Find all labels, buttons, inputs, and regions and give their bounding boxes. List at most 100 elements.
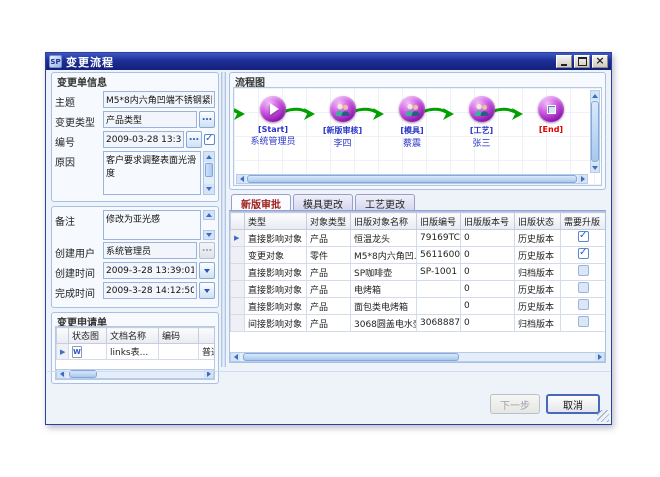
next-button[interactable]: 下一步 xyxy=(490,394,540,414)
flow-node-icon[interactable] xyxy=(330,96,356,122)
scroll-left-icon[interactable] xyxy=(231,353,240,361)
window-body: 变更单信息 主题 变更类型 编号 xyxy=(47,70,610,423)
people-icon xyxy=(404,103,421,116)
main-table-header[interactable]: 类型 对象类型 旧版对象名称 旧版编号 旧版版本号 旧版状态 需要升版 新版 xyxy=(231,213,607,230)
table-row[interactable]: 直接影响对象 产品 电烤箱 0 历史版本 xyxy=(231,281,607,298)
flow-node-icon[interactable] xyxy=(399,96,425,122)
maximize-button[interactable] xyxy=(574,55,590,68)
change-info-title: 变更单信息 xyxy=(52,73,218,90)
request-table-row[interactable]: links表... 普通 xyxy=(57,344,216,360)
change-type-input[interactable] xyxy=(103,111,197,128)
finish-time-dropdown-button[interactable] xyxy=(199,282,215,299)
main-table-hscrollbar[interactable] xyxy=(230,352,605,362)
change-info-group: 变更单信息 主题 变更类型 编号 xyxy=(51,72,219,202)
app-icon: SP xyxy=(49,55,62,68)
remark-textarea[interactable]: 修改为亚光感 xyxy=(103,210,201,240)
flow-node-icon[interactable] xyxy=(538,96,564,122)
col-header: 旧版编号 xyxy=(417,213,461,230)
tab[interactable]: 工艺更改 xyxy=(355,194,415,210)
scroll-up-icon[interactable] xyxy=(204,152,214,162)
create-user-label: 创建用户 xyxy=(55,242,103,260)
need-upgrade-checkbox[interactable] xyxy=(578,231,589,242)
scroll-down-icon[interactable] xyxy=(204,184,214,194)
remark-label: 备注 xyxy=(55,210,103,228)
flow-node-icon[interactable] xyxy=(260,96,286,122)
spin-up-icon[interactable] xyxy=(203,210,215,220)
need-upgrade-checkbox[interactable] xyxy=(578,248,589,259)
flow-node[interactable]: [End] xyxy=(520,90,582,134)
number-checkbox[interactable] xyxy=(204,134,215,145)
remark-spinner[interactable] xyxy=(203,210,215,240)
flow-vscrollbar[interactable] xyxy=(590,90,600,173)
request-table: 状态图 文档名称 编码 xyxy=(56,327,215,360)
scroll-thumb[interactable] xyxy=(591,101,599,162)
spin-down-icon[interactable] xyxy=(203,230,215,240)
create-time-label: 创建时间 xyxy=(55,262,103,280)
request-table-body: links表... 普通 xyxy=(57,344,216,360)
flow-arrow-icon xyxy=(233,104,246,122)
scroll-up-icon[interactable] xyxy=(591,91,599,100)
flow-node-person-label: 系统管理员 xyxy=(242,134,304,147)
table-row[interactable]: 间接影响对象 产品 3068圆盖电水壶 3068887 0 归档版本 xyxy=(231,315,607,332)
flow-nodes: [Start] 系统管理员 xyxy=(236,90,588,173)
cancel-button[interactable]: 取消 xyxy=(546,394,600,414)
flow-node-person-label: 蔡震 xyxy=(381,136,443,149)
need-upgrade-checkbox[interactable] xyxy=(578,316,589,327)
table-row[interactable]: 直接影响对象 产品 面包类电烤箱 0 历史版本 xyxy=(231,298,607,315)
flow-node-icon[interactable] xyxy=(469,96,495,122)
flow-chart-canvas[interactable]: [Start] 系统管理员 xyxy=(233,87,602,186)
request-table-header[interactable]: 状态图 文档名称 编码 xyxy=(57,328,216,344)
word-doc-icon xyxy=(72,346,82,358)
scroll-right-icon[interactable] xyxy=(595,353,604,361)
scroll-left-icon[interactable] xyxy=(237,175,246,183)
flow-node-step-label: [模具] xyxy=(381,125,443,136)
main-table: 类型 对象类型 旧版对象名称 旧版编号 旧版版本号 旧版状态 需要升版 新版 xyxy=(230,212,606,332)
panel-splitter[interactable] xyxy=(221,72,226,367)
people-icon xyxy=(334,103,351,116)
change-process-dialog: SP 变更流程 变更单信息 主题 变更类型 xyxy=(45,52,612,425)
scroll-right-icon[interactable] xyxy=(578,175,587,183)
change-type-picker-button[interactable] xyxy=(199,111,215,128)
scroll-thumb[interactable] xyxy=(247,175,577,183)
col-header: 旧版版本号 xyxy=(461,213,515,230)
number-picker-button[interactable] xyxy=(186,131,202,148)
scroll-thumb[interactable] xyxy=(243,353,459,361)
reason-textarea[interactable]: 客户要求调整表面光滑度 xyxy=(103,151,201,195)
table-row[interactable]: 变更对象 零件 M5*8内六角凹... 5611600 0 历史版本 M5*8 xyxy=(231,247,607,264)
flow-node-step-label: [新版审核] xyxy=(312,125,374,136)
change-type-label: 变更类型 xyxy=(55,111,103,129)
flow-hscrollbar[interactable] xyxy=(236,174,588,184)
resize-grip[interactable] xyxy=(597,410,609,422)
end-icon xyxy=(547,105,556,114)
tab[interactable]: 模具更改 xyxy=(293,194,353,210)
request-col-header: 文档名称 xyxy=(107,328,159,344)
subject-label: 主题 xyxy=(55,91,103,109)
titlebar[interactable]: SP 变更流程 xyxy=(46,53,611,70)
table-row[interactable]: 直接影响对象 产品 SP咖啡壶 SP-1001 0 归档版本 SP咖 xyxy=(231,264,607,281)
meta-group: 备注 修改为亚光感 创建用户 xyxy=(51,206,219,308)
col-header: 旧版状态 xyxy=(515,213,561,230)
scroll-thumb[interactable] xyxy=(205,163,213,177)
close-button[interactable] xyxy=(592,55,608,68)
flow-chart-group: 流程图 xyxy=(229,72,606,190)
reason-scrollbar[interactable] xyxy=(203,151,215,195)
tab[interactable]: 新版审批 xyxy=(231,194,291,210)
create-user-picker-button[interactable] xyxy=(199,242,215,259)
number-input[interactable] xyxy=(103,131,184,148)
scroll-down-icon[interactable] xyxy=(591,163,599,172)
need-upgrade-checkbox[interactable] xyxy=(578,299,589,310)
flow-node-person-label: 李四 xyxy=(312,136,374,149)
flow-node-step-label: [工艺] xyxy=(451,125,513,136)
flow-node-step-label: [End] xyxy=(520,125,582,134)
create-time-dropdown-button[interactable] xyxy=(199,262,215,279)
left-panel: 变更单信息 主题 变更类型 编号 xyxy=(51,70,219,367)
minimize-button[interactable] xyxy=(556,55,572,68)
finish-time-input[interactable] xyxy=(103,282,197,299)
create-user-input[interactable] xyxy=(103,242,197,259)
subject-input[interactable] xyxy=(103,91,215,108)
need-upgrade-checkbox[interactable] xyxy=(578,265,589,276)
table-row[interactable]: 直接影响对象 产品 恒温龙头 79169TC 0 历史版本 xyxy=(231,230,607,247)
need-upgrade-checkbox[interactable] xyxy=(578,282,589,293)
reason-label: 原因 xyxy=(55,151,103,169)
create-time-input[interactable] xyxy=(103,262,197,279)
